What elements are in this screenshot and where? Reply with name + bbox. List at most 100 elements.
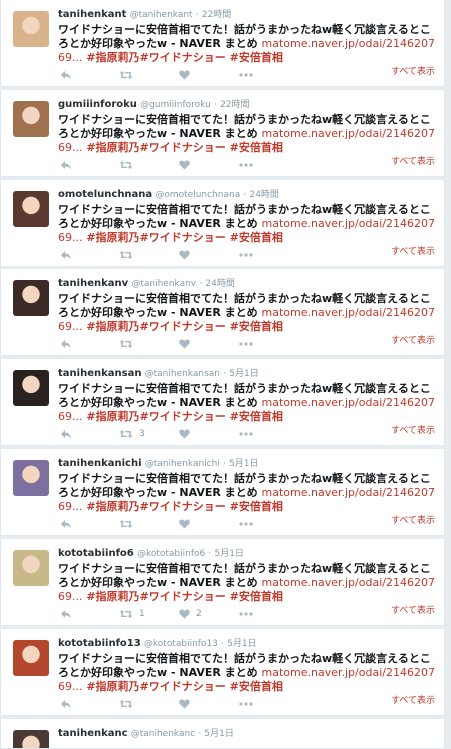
like-count: 2 — [196, 609, 202, 619]
show-all-link[interactable]: すべて表示 — [391, 154, 435, 167]
reply-button[interactable] — [60, 158, 72, 172]
reply-button[interactable] — [60, 607, 72, 621]
tweet-card[interactable]: kototabiinfo6 @kototabiinfo6 · 5月1日 ワイドナシ… — [0, 539, 445, 626]
reply-button[interactable] — [60, 697, 72, 711]
user-name[interactable]: tanihenkansan — [58, 368, 141, 379]
user-handle[interactable]: @tanihenkanc — [131, 729, 195, 739]
like-button[interactable] — [179, 248, 196, 262]
retweet-button[interactable] — [119, 68, 139, 82]
reply-button[interactable] — [60, 68, 72, 82]
user-name[interactable]: omotelunchnana — [58, 189, 152, 200]
user-name[interactable]: tanihenkanv — [58, 278, 128, 289]
like-button[interactable] — [179, 427, 196, 441]
hashtags[interactable]: #指原莉乃#ワイドナショー #安倍首相 — [86, 680, 282, 693]
tweet-time[interactable]: 22時間 — [220, 100, 249, 110]
tweet-time[interactable]: 5月1日 — [229, 369, 258, 379]
tweet-card[interactable]: gumiiinforoku @gumiiinforoku · 22時間 ワイドナシ… — [0, 90, 445, 177]
retweet-button[interactable]: 1 — [119, 607, 145, 621]
retweet-button[interactable] — [119, 697, 139, 711]
like-button[interactable] — [179, 158, 196, 172]
retweet-button[interactable] — [119, 337, 139, 351]
tweet-time[interactable]: 5月1日 — [229, 459, 258, 469]
show-all-link[interactable]: すべて表示 — [391, 513, 435, 526]
more-button[interactable] — [239, 337, 253, 351]
tweet-time[interactable]: 5月1日 — [204, 729, 233, 739]
more-button[interactable] — [239, 517, 253, 531]
retweet-button[interactable] — [119, 517, 139, 531]
user-name[interactable]: tanihenkanc — [58, 728, 128, 739]
more-button[interactable] — [239, 158, 253, 172]
tweet-time[interactable]: 5月1日 — [214, 549, 243, 559]
separator: · — [208, 549, 212, 559]
avatar[interactable] — [13, 550, 49, 586]
more-button[interactable] — [239, 697, 253, 711]
reply-button[interactable] — [60, 517, 72, 531]
avatar[interactable] — [13, 191, 49, 227]
tweet-header: tanihenkant @tanihenkant · 22時間 — [58, 9, 438, 21]
user-name[interactable]: gumiiinforoku — [58, 99, 137, 110]
show-all-link[interactable]: すべて表示 — [391, 64, 435, 77]
avatar[interactable] — [13, 460, 49, 496]
hashtags[interactable]: #指原莉乃#ワイドナショー #安倍首相 — [86, 320, 282, 333]
avatar[interactable] — [13, 11, 49, 47]
user-name[interactable]: tanihenkant — [58, 9, 126, 20]
user-handle[interactable]: @tanihenkant — [130, 10, 193, 20]
user-handle[interactable]: @kototabiinfo13 — [144, 639, 218, 649]
avatar[interactable] — [13, 370, 49, 406]
hashtags[interactable]: #指原莉乃#ワイドナショー #安倍首相 — [86, 500, 282, 513]
like-button[interactable]: 2 — [179, 607, 202, 621]
tweet-card[interactable]: tanihenkanichi @tanihenkanichi · 5月1日 ワイド… — [0, 449, 445, 536]
like-button[interactable] — [179, 337, 196, 351]
retweet-button[interactable]: 3 — [119, 427, 145, 441]
avatar[interactable] — [13, 280, 49, 316]
user-handle[interactable]: @kototabiinfo6 — [137, 549, 205, 559]
heart-icon — [179, 250, 190, 260]
tweet-time[interactable]: 24時間 — [205, 279, 234, 289]
user-handle[interactable]: @tanihenkanichi — [145, 459, 220, 469]
user-name[interactable]: tanihenkanichi — [58, 458, 142, 469]
user-handle[interactable]: @tanihenkanv — [131, 279, 196, 289]
tweet-time[interactable]: 5月1日 — [227, 639, 256, 649]
tweet-time[interactable]: 24時間 — [249, 190, 278, 200]
retweet-button[interactable] — [119, 248, 139, 262]
reply-button[interactable] — [60, 427, 72, 441]
tweet-card[interactable]: omotelunchnana @omotelunchnana · 24時間 ワイド… — [0, 180, 445, 267]
hashtags[interactable]: #指原莉乃#ワイドナショー #安倍首相 — [86, 231, 282, 244]
tweet-text: ワイドナショーに安倍首相でてた！話がうまかったねw軽く冗談言えるところとか好印象… — [58, 292, 439, 334]
tweet-card[interactable]: kototabiinfo13 @kototabiinfo13 · 5月1日 ワイド… — [0, 629, 445, 716]
user-handle[interactable]: @gumiiinforoku — [140, 100, 211, 110]
retweet-button[interactable] — [119, 158, 139, 172]
like-button[interactable] — [179, 517, 196, 531]
separator: · — [199, 279, 203, 289]
like-button[interactable] — [179, 697, 196, 711]
user-name[interactable]: kototabiinfo13 — [58, 638, 141, 649]
more-button[interactable] — [239, 427, 253, 441]
tweet-card[interactable]: tanihenkant @tanihenkant · 22時間 ワイドナショーに安… — [0, 0, 445, 87]
user-name[interactable]: kototabiinfo6 — [58, 548, 134, 559]
show-all-link[interactable]: すべて表示 — [391, 603, 435, 616]
avatar[interactable] — [13, 101, 49, 137]
avatar[interactable] — [13, 730, 49, 748]
tweet-card[interactable]: tanihenkanc @tanihenkanc · 5月1日 — [0, 719, 445, 749]
more-button[interactable] — [239, 68, 253, 82]
tweet-time[interactable]: 22時間 — [202, 10, 231, 20]
more-button[interactable] — [239, 607, 253, 621]
show-all-link[interactable]: すべて表示 — [391, 423, 435, 436]
like-button[interactable] — [179, 68, 196, 82]
tweet-card[interactable]: tanihenkanv @tanihenkanv · 24時間ワイドナショーに安… — [0, 269, 445, 356]
user-handle[interactable]: @tanihenkansan — [145, 369, 220, 379]
show-all-link[interactable]: すべて表示 — [391, 244, 435, 257]
reply-button[interactable] — [60, 337, 72, 351]
show-all-link[interactable]: すべて表示 — [391, 693, 435, 706]
more-button[interactable] — [239, 248, 253, 262]
avatar[interactable] — [13, 640, 49, 676]
hashtags[interactable]: #指原莉乃#ワイドナショー #安倍首相 — [86, 410, 282, 423]
hashtags[interactable]: #指原莉乃#ワイドナショー #安倍首相 — [86, 590, 282, 603]
hashtags[interactable]: #指原莉乃#ワイドナショー #安倍首相 — [86, 141, 282, 154]
hashtags[interactable]: #指原莉乃#ワイドナショー #安倍首相 — [86, 51, 282, 64]
show-all-link[interactable]: すべて表示 — [391, 333, 435, 346]
tweet-card[interactable]: tanihenkansan @tanihenkansan · 5月1日 ワイドナシ… — [0, 359, 445, 446]
reply-button[interactable] — [60, 248, 72, 262]
tweet-text: ワイドナショーに安倍首相でてた！話がうまかったねw軽く冗談言えるところとか好印象… — [58, 382, 439, 424]
user-handle[interactable]: @omotelunchnana — [155, 190, 240, 200]
